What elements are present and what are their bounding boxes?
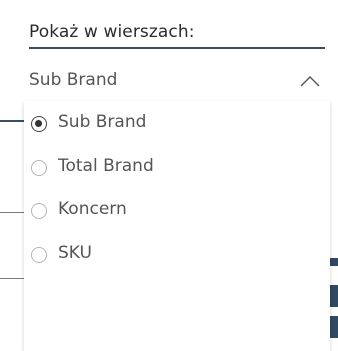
option-label: Sub Brand: [58, 112, 147, 132]
radio-unchecked-icon[interactable]: [31, 247, 47, 263]
option-label: Koncern: [58, 199, 127, 219]
option-sku[interactable]: SKU: [24, 240, 324, 270]
option-total-brand[interactable]: Total Brand: [24, 153, 324, 183]
background-divider: [0, 278, 24, 279]
slicer-panel: Pokaż w wierszach: Sub Brand Sub Brand T…: [0, 0, 338, 351]
option-label: SKU: [58, 243, 92, 263]
slicer-dropdown-toggle[interactable]: Sub Brand: [29, 61, 325, 101]
option-koncern[interactable]: Koncern: [24, 196, 324, 226]
option-label: Total Brand: [58, 156, 154, 176]
background-bar: [330, 285, 338, 307]
selected-value: Sub Brand: [29, 70, 118, 90]
background-divider: [0, 212, 24, 213]
radio-unchecked-icon[interactable]: [31, 203, 47, 219]
background-bar: [330, 258, 338, 266]
option-sub-brand[interactable]: Sub Brand: [24, 109, 324, 139]
background-bar: [330, 316, 338, 338]
options-list: Sub Brand Total Brand Koncern SKU: [24, 101, 330, 351]
radio-unchecked-icon[interactable]: [31, 160, 47, 176]
chevron-up-icon: [300, 76, 320, 87]
background-divider: [0, 120, 24, 122]
slicer-label: Pokaż w wierszach:: [29, 22, 325, 49]
radio-checked-icon[interactable]: [31, 116, 47, 132]
